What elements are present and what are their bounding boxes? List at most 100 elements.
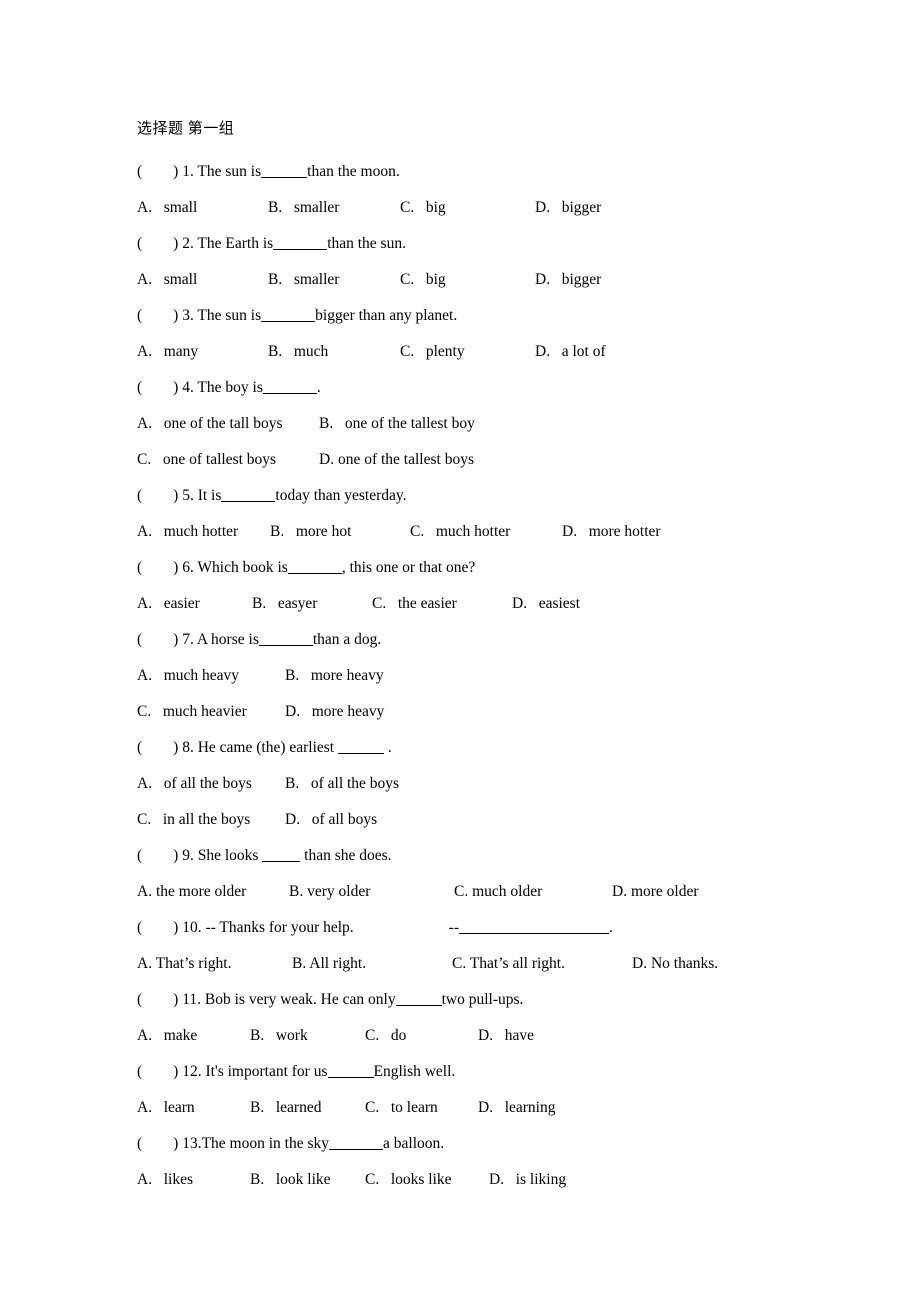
option-a[interactable]: A. likes [137,1162,193,1198]
question-text-after-blank: than the sun. [327,235,406,252]
answer-blank[interactable] [273,237,328,250]
option-c[interactable]: C. big [400,190,446,226]
answer-blank[interactable] [258,633,313,646]
option-label: A. [137,1027,153,1044]
answer-blank[interactable] [329,1137,384,1150]
option-a[interactable]: A. many [137,334,198,370]
answer-blank[interactable] [395,993,442,1006]
option-text: a lot of [561,343,606,360]
option-d[interactable]: D. a lot of [535,334,606,370]
answer-bracket[interactable]: ( ) [137,1063,182,1080]
option-a[interactable]: A. the more older [137,874,246,910]
option-b[interactable]: B. easyer [252,586,317,622]
option-d[interactable]: D. of all boys [285,802,377,838]
option-c[interactable]: C. in all the boys [137,802,250,838]
option-d[interactable]: D. bigger [535,262,601,298]
option-c[interactable]: C. big [400,262,446,298]
answer-blank[interactable] [261,309,316,322]
option-d[interactable]: D. No thanks. [632,946,718,982]
answer-blank[interactable] [262,849,301,862]
option-c[interactable]: C. the easier [372,586,457,622]
option-text: looks like [390,1171,452,1188]
question-stem: ( ) 2. The Earth is than the sun. [137,226,877,262]
option-label: C. [137,451,152,468]
option-b[interactable]: B. smaller [268,190,339,226]
option-c[interactable]: C. to learn [365,1090,438,1126]
option-c[interactable]: C. one of tallest boys [137,442,276,478]
answer-blank[interactable] [287,561,342,574]
option-c[interactable]: C. looks like [365,1162,452,1198]
option-d[interactable]: D. one of the tallest boys [319,442,474,478]
answer-blank[interactable] [262,381,317,394]
answer-bracket[interactable]: ( ) [137,1135,182,1152]
option-a[interactable]: A. small [137,190,197,226]
question-stem: ( ) 6. Which book is , this one or that o… [137,550,877,586]
option-d[interactable]: D. more heavy [285,694,384,730]
question-stem: ( ) 11. Bob is very weak. He can only two… [137,982,877,1018]
option-a[interactable]: A. That’s right. [137,946,231,982]
option-label-gap [264,1171,276,1188]
option-a[interactable]: A. learn [137,1090,195,1126]
option-label-gap [152,523,164,540]
question-text-after-blank: , this one or that one? [341,559,476,576]
option-label: D. [489,1171,505,1188]
answer-bracket[interactable]: ( ) [137,919,182,936]
answer-bracket[interactable]: ( ) [137,631,182,648]
option-b[interactable]: B. learned [250,1090,321,1126]
option-a[interactable]: A. easier [137,586,200,622]
option-d[interactable]: D. bigger [535,190,601,226]
answer-bracket[interactable]: ( ) [137,379,182,396]
option-d[interactable]: D. more older [612,874,699,910]
option-label-gap [266,595,278,612]
answer-blank[interactable] [459,921,609,934]
option-a[interactable]: A. make [137,1018,197,1054]
option-c[interactable]: C. That’s all right. [452,946,565,982]
option-a[interactable]: A. one of the tall boys [137,406,283,442]
option-b[interactable]: B. work [250,1018,308,1054]
answer-blank[interactable] [261,165,308,178]
option-d[interactable]: D. have [478,1018,534,1054]
question-stem: ( ) 10. -- Thanks for your help. --. [137,910,877,946]
option-a[interactable]: A. much heavy [137,658,239,694]
option-d[interactable]: D. learning [478,1090,556,1126]
option-label: A. [137,415,153,432]
answer-bracket[interactable]: ( ) [137,991,182,1008]
option-c[interactable]: C. much hotter [410,514,510,550]
answer-blank[interactable] [221,489,276,502]
answer-bracket[interactable]: ( ) [137,163,182,180]
option-b[interactable]: B. look like [250,1162,331,1198]
option-b[interactable]: B. of all the boys [285,766,399,802]
option-b[interactable]: B. more heavy [285,658,384,694]
answer-bracket[interactable]: ( ) [137,847,182,864]
option-c[interactable]: C. do [365,1018,406,1054]
answer-bracket[interactable]: ( ) [137,487,182,504]
option-a[interactable]: A. much hotter [137,514,238,550]
option-a[interactable]: A. small [137,262,197,298]
answer-bracket[interactable]: ( ) [137,739,182,756]
option-b[interactable]: B. smaller [268,262,339,298]
option-b[interactable]: B. more hot [270,514,351,550]
option-c[interactable]: C. much heavier [137,694,247,730]
option-label: C. [365,1027,380,1044]
option-b[interactable]: B. much [268,334,328,370]
answer-blank[interactable] [337,741,384,754]
option-c[interactable]: C. plenty [400,334,465,370]
answer-blank[interactable] [327,1065,374,1078]
answer-bracket[interactable]: ( ) [137,307,182,324]
question-stem: ( ) 7. A horse is than a dog. [137,622,877,658]
option-text: more heavy [310,667,384,684]
answer-bracket[interactable]: ( ) [137,235,182,252]
option-d[interactable]: D. more hotter [562,514,661,550]
question-text-after-blank: than a dog. [312,631,382,648]
option-d[interactable]: D. is liking [489,1162,566,1198]
option-b[interactable]: B. very older [289,874,370,910]
question-text-after-blank: today than yesterday. [275,487,407,504]
option-b[interactable]: B. one of the tallest boy [319,406,475,442]
option-d[interactable]: D. easiest [512,586,580,622]
option-row: A. of all the boys B. of all the boys [137,766,877,802]
option-b[interactable]: B. All right. [292,946,366,982]
option-c[interactable]: C. much older [454,874,542,910]
option-a[interactable]: A. of all the boys [137,766,252,802]
option-label: A. [137,595,153,612]
answer-bracket[interactable]: ( ) [137,559,182,576]
